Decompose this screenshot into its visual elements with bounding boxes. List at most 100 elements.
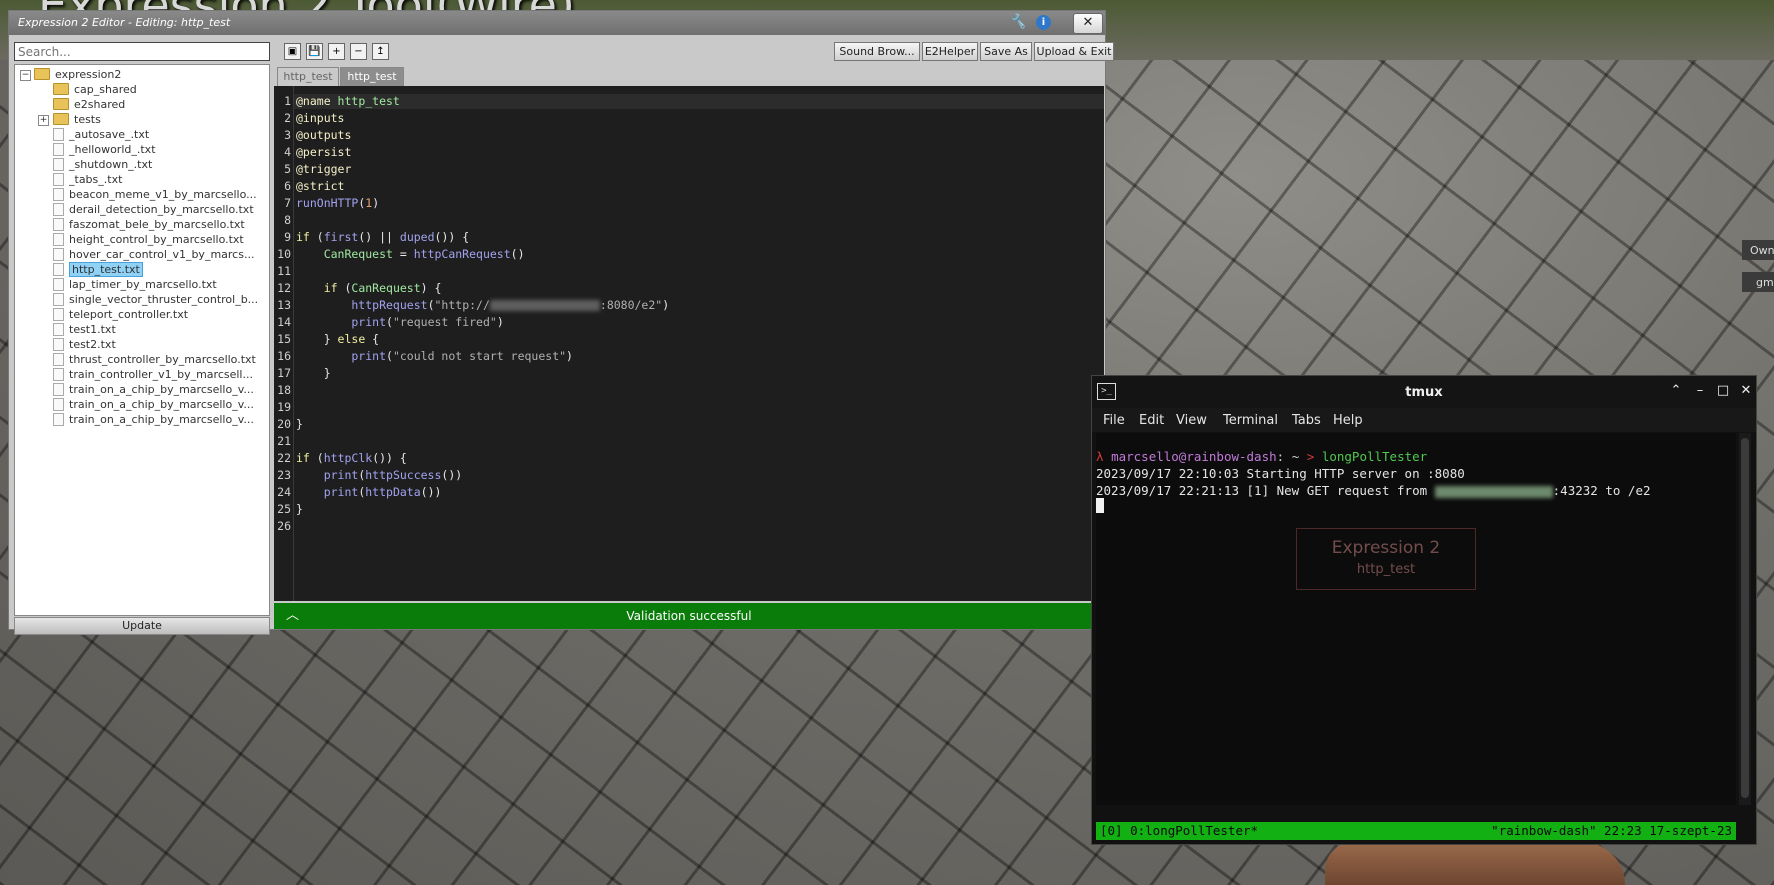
code-line: @outputs (296, 128, 352, 142)
file-label: faszomat_bele_by_marcsello.txt (69, 218, 245, 231)
code-line: if (CanRequest) { (296, 281, 442, 295)
sound-browser-button[interactable]: Sound Brow... (834, 42, 920, 61)
tmux-status-right: "rainbow-dash" 22:23 17-szept-23 (1491, 823, 1732, 838)
wrench-icon[interactable]: 🔧 (1009, 14, 1027, 32)
folder-label: cap_shared (74, 83, 137, 96)
file-label: test2.txt (69, 338, 116, 351)
line-number: 26 (277, 519, 291, 533)
save-icon[interactable]: 💾 (306, 43, 323, 60)
code-line: print("request fired") (296, 315, 504, 329)
line-number: 25 (277, 502, 291, 516)
current-line-highlight (293, 94, 1104, 109)
file-icon (53, 322, 64, 336)
menu-file[interactable]: File (1103, 413, 1125, 428)
terminal-titlebar[interactable]: >_ tmux ⌃ – □ ✕ (1092, 376, 1756, 408)
file-label: hover_car_control_v1_by_marcs... (69, 248, 255, 261)
line-number-gutter: 1 2 3 4 5 6 7 8 9 10 11 12 13 14 15 16 1… (274, 86, 294, 601)
side-gm-label: gm (1742, 272, 1774, 292)
code-line: @name http_test (296, 94, 400, 108)
line-number: 17 (277, 366, 291, 380)
folder-icon (34, 68, 50, 80)
player-hand (1325, 842, 1625, 885)
prompt-line: λ marcsello@rainbow-dash: ~ > longPollTe… (1096, 449, 1428, 464)
file-icon (53, 397, 64, 411)
menu-help[interactable]: Help (1333, 413, 1363, 428)
file-label: train_on_a_chip_by_marcsello_v... (69, 398, 254, 411)
line-number: 18 (277, 383, 291, 397)
menu-edit[interactable]: Edit (1139, 413, 1164, 428)
file-label: train_on_a_chip_by_marcsello_v... (69, 413, 254, 426)
e2-editor-window: Expression 2 Editor - Editing: http_test… (8, 10, 1114, 635)
file-icon (53, 202, 64, 216)
redacted-ip (489, 300, 600, 311)
code-line: CanRequest = httpCanRequest() (296, 247, 525, 261)
file-search-input[interactable] (14, 42, 270, 61)
line-number: 4 (284, 145, 291, 159)
file-label: train_controller_v1_by_marcsell... (69, 368, 253, 381)
file-icon (53, 142, 64, 156)
file-label: _autosave_.txt (69, 128, 150, 141)
line-number: 20 (277, 417, 291, 431)
file-icon (53, 232, 64, 246)
line-number: 19 (277, 400, 291, 414)
collapse-root-icon[interactable]: − (20, 70, 31, 81)
maximize-icon[interactable]: □ (1715, 383, 1731, 398)
validation-status: Validation successful (626, 609, 752, 623)
close-file-icon[interactable]: − (350, 43, 367, 60)
new-tab-icon[interactable]: ▣ (284, 43, 301, 60)
file-icon (53, 352, 64, 366)
tree-file[interactable]: train_on_a_chip_by_marcsello_v... (53, 411, 254, 428)
file-label: height_control_by_marcsello.txt (69, 233, 244, 246)
info-icon[interactable]: i (1036, 15, 1051, 30)
line-number: 14 (277, 315, 291, 329)
terminal-output[interactable]: Expression 2 http_test λ marcsello@rainbo… (1096, 433, 1736, 805)
menu-tabs[interactable]: Tabs (1292, 413, 1321, 428)
code-line: @trigger (296, 162, 352, 176)
line-number: 6 (284, 179, 291, 193)
file-icon (53, 412, 64, 426)
file-tree: − expression2 cap_shared e2shared + test… (14, 64, 270, 616)
line-number: 23 (277, 468, 291, 482)
tab-http-test-1[interactable]: http_test (277, 67, 339, 86)
code-line: runOnHTTP(1) (296, 196, 380, 210)
file-icon (53, 337, 64, 351)
minimize-icon[interactable]: – (1692, 383, 1708, 398)
e2helper-button[interactable]: E2Helper (922, 42, 978, 61)
editor-close-button[interactable]: ✕ (1073, 13, 1103, 34)
file-label: teleport_controller.txt (69, 308, 189, 321)
file-icon (53, 187, 64, 201)
line-number: 22 (277, 451, 291, 465)
validation-bar[interactable]: ︿ Validation successful (274, 603, 1104, 629)
file-icon (53, 127, 64, 141)
menu-terminal[interactable]: Terminal (1223, 413, 1278, 428)
line-number: 2 (284, 111, 291, 125)
code-line: } else { (296, 332, 380, 346)
folder-label: e2shared (74, 98, 126, 111)
line-number: 16 (277, 349, 291, 363)
file-icon (53, 307, 64, 321)
upload-icon[interactable]: ↥ (372, 43, 389, 60)
terminal-scroll-thumb[interactable] (1741, 438, 1749, 798)
editor-titlebar[interactable]: Expression 2 Editor - Editing: http_test… (9, 11, 1105, 35)
code-line: } (296, 502, 303, 516)
new-file-icon[interactable]: + (328, 43, 345, 60)
close-icon[interactable]: ✕ (1738, 383, 1754, 398)
chevron-up-icon[interactable]: ⌃ (1668, 383, 1684, 398)
code-line: @persist (296, 145, 352, 159)
line-number: 8 (284, 213, 291, 227)
file-icon (53, 157, 64, 171)
file-label: lap_timer_by_marcsello.txt (69, 278, 217, 291)
update-button[interactable]: Update (14, 617, 270, 635)
upload-exit-button[interactable]: Upload & Exit (1034, 42, 1114, 61)
chevron-up-icon[interactable]: ︿ (286, 603, 299, 629)
tab-http-test-2[interactable]: http_test (340, 67, 404, 86)
folder-label: tests (74, 113, 101, 126)
expand-tests-icon[interactable]: + (38, 115, 49, 126)
file-icon (53, 277, 64, 291)
code-editor[interactable]: 1 2 3 4 5 6 7 8 9 10 11 12 13 14 15 16 1… (274, 86, 1104, 601)
file-label: test1.txt (69, 323, 116, 336)
menu-view[interactable]: View (1176, 413, 1207, 428)
save-as-button[interactable]: Save As (980, 42, 1032, 61)
redacted-ip (1434, 485, 1553, 498)
background-e2-chip: Expression 2 http_test (1296, 528, 1476, 590)
